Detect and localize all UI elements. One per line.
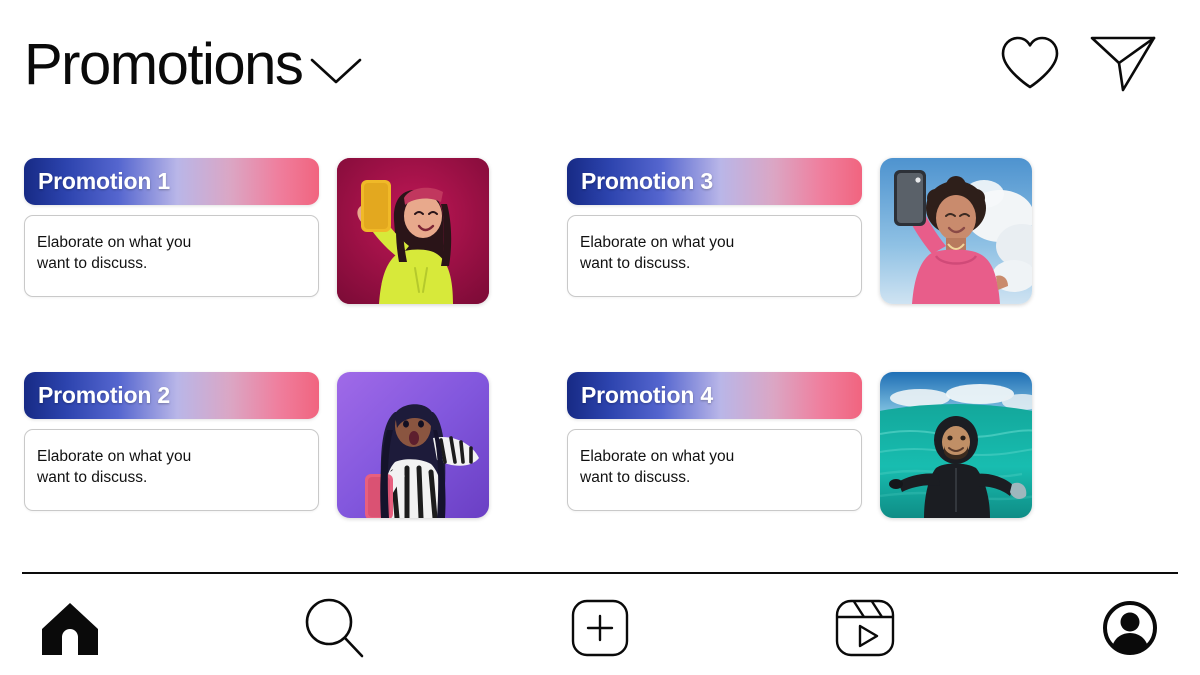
promotion-description-box[interactable]: Elaborate on what you want to discuss. <box>567 215 862 297</box>
promotion-banner[interactable]: Promotion 1 <box>24 158 319 205</box>
promotion-banner[interactable]: Promotion 2 <box>24 372 319 419</box>
promotion-card-1: Promotion 1 Elaborate on what you want t… <box>24 158 319 297</box>
profile-avatar-icon <box>1102 600 1158 656</box>
chevron-down-icon[interactable] <box>308 42 364 88</box>
search-icon <box>302 596 368 660</box>
promotion-banner[interactable]: Promotion 4 <box>567 372 862 419</box>
promotion-banner[interactable]: Promotion 3 <box>567 158 862 205</box>
header-actions <box>998 30 1178 101</box>
promotion-title: Promotion 3 <box>581 168 713 194</box>
heart-icon[interactable] <box>998 33 1062 98</box>
page-title: Promotions <box>24 32 304 97</box>
promotion-description-box[interactable]: Elaborate on what you want to discuss. <box>24 215 319 297</box>
promotion-card-3: Promotion 3 Elaborate on what you want t… <box>567 158 862 297</box>
promo-image-4[interactable] <box>880 372 1032 518</box>
promotions-grid: Promotion 1 Elaborate on what you want t… <box>0 152 1200 532</box>
send-icon[interactable] <box>1088 30 1158 101</box>
reels-icon <box>835 599 895 657</box>
promotion-description: Elaborate on what you want to discuss. <box>37 234 192 273</box>
promotion-item[interactable]: Promotion 1 Elaborate on what you want t… <box>24 158 489 304</box>
promotion-card-4: Promotion 4 Elaborate on what you want t… <box>567 372 862 511</box>
promotion-description: Elaborate on what you want to discuss. <box>580 448 735 487</box>
promotions-screen: Promotions Promotion 1 Elaborate on what… <box>0 0 1200 675</box>
home-icon <box>40 599 100 657</box>
promo-image-1[interactable] <box>337 158 489 304</box>
nav-reels[interactable] <box>817 588 913 668</box>
promotion-title: Promotion 4 <box>581 382 713 408</box>
promotion-description-box[interactable]: Elaborate on what you want to discuss. <box>567 429 862 511</box>
promotion-description: Elaborate on what you want to discuss. <box>580 234 735 273</box>
promotion-description: Elaborate on what you want to discuss. <box>37 448 192 487</box>
nav-home[interactable] <box>22 588 118 668</box>
bottom-navigation <box>0 580 1200 675</box>
header-title-group[interactable]: Promotions <box>24 36 364 94</box>
nav-profile[interactable] <box>1082 588 1178 668</box>
promotion-item[interactable]: Promotion 4 Elaborate on what you want t… <box>567 372 1032 518</box>
promotion-title: Promotion 2 <box>38 382 170 408</box>
plus-square-icon <box>571 599 629 657</box>
nav-divider <box>22 572 1178 574</box>
app-header: Promotions <box>0 0 1200 130</box>
promotion-item[interactable]: Promotion 3 Elaborate on what you want t… <box>567 158 1032 304</box>
promotion-description-box[interactable]: Elaborate on what you want to discuss. <box>24 429 319 511</box>
promotion-item[interactable]: Promotion 2 Elaborate on what you want t… <box>24 372 489 518</box>
nav-search[interactable] <box>287 588 383 668</box>
promotion-title: Promotion 1 <box>38 168 170 194</box>
promo-image-3[interactable] <box>880 158 1032 304</box>
promo-image-2[interactable] <box>337 372 489 518</box>
nav-create[interactable] <box>552 588 648 668</box>
promotion-card-2: Promotion 2 Elaborate on what you want t… <box>24 372 319 511</box>
